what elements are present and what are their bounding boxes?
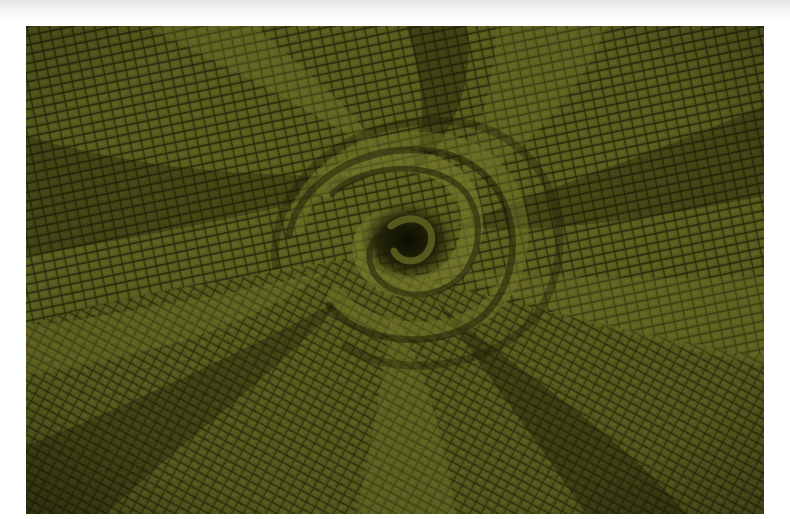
fabric-photo xyxy=(26,26,764,514)
product-image-page xyxy=(0,0,790,519)
fabric-swirl-illustration xyxy=(26,26,764,514)
top-shadow-divider xyxy=(0,0,790,22)
